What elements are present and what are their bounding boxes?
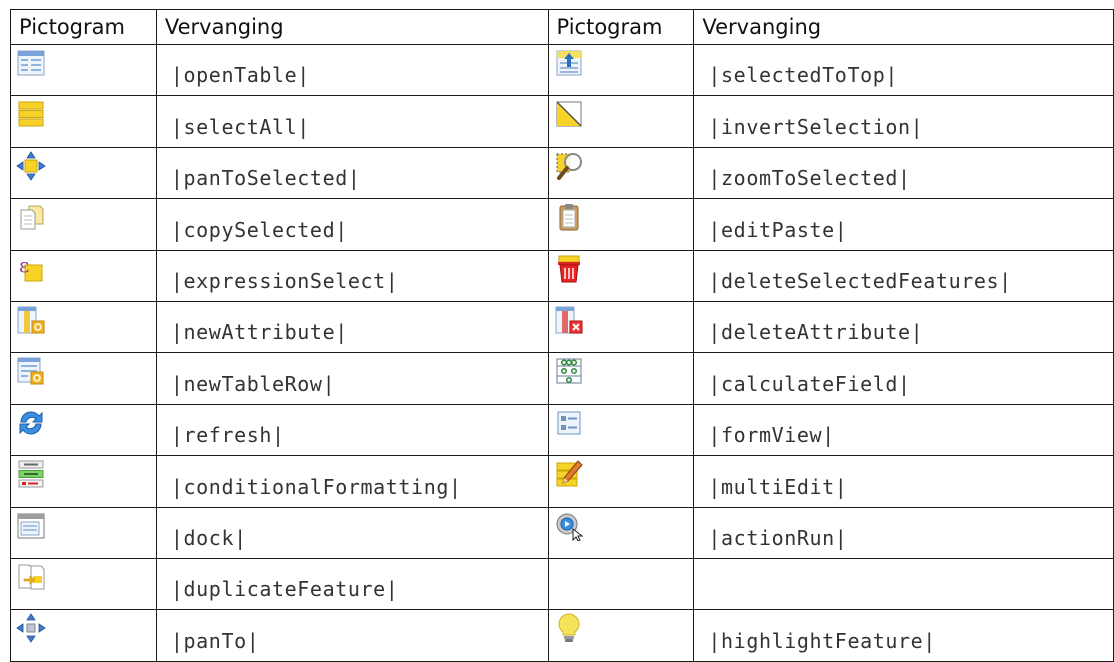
- left-pictogram-cell: [10, 403, 157, 457]
- right-replacement-text: |multiEdit|: [693, 455, 1114, 508]
- table-row: |selectAll| |invertSelection|: [10, 95, 1114, 148]
- left-replacement-text: |openTable|: [155, 43, 549, 97]
- right-pictogram-cell: [547, 146, 695, 200]
- selected-to-top-icon: [554, 48, 584, 78]
- left-replacement-text: |newTableRow|: [155, 352, 549, 405]
- table-row: |newTableRow| |calculateField|: [10, 352, 1114, 405]
- right-replacement-text: |highlightFeature|: [693, 609, 1114, 662]
- right-replacement-text: |selectedToTop|: [693, 43, 1114, 97]
- left-replacement-text: |copySelected|: [155, 198, 549, 251]
- table-row: |openTable| |selectedToTop|: [10, 43, 1114, 97]
- table-row: |duplicateFeature|: [10, 557, 1114, 611]
- action-run-icon: [554, 511, 584, 541]
- table-row: ε |expressionSelect| |deleteSelectedFeatur…: [10, 249, 1114, 302]
- new-attribute-icon: [16, 305, 46, 335]
- right-replacement-text: |zoomToSelected|: [693, 146, 1114, 200]
- pan-to-icon: [16, 613, 46, 644]
- conditional-formatting-icon: [16, 459, 46, 489]
- svg-text:ε: ε: [19, 254, 29, 277]
- left-replacement-text: |dock|: [155, 506, 549, 559]
- right-pictogram-cell: [547, 249, 695, 302]
- refresh-icon: [16, 408, 46, 438]
- duplicate-feature-icon: [16, 562, 46, 592]
- pan-to-selected-icon: [16, 151, 46, 181]
- right-pictogram-cell: [547, 609, 695, 662]
- right-replacement-text: |invertSelection|: [693, 95, 1114, 148]
- header-pictogram-left: Pictogram: [10, 9, 157, 45]
- delete-attribute-icon: [554, 305, 584, 335]
- table-row: |panTo| |highlightFeature|: [10, 609, 1114, 662]
- left-replacement-text: |refresh|: [155, 403, 549, 457]
- form-view-icon: [554, 408, 584, 438]
- left-pictogram-cell: ε: [10, 249, 157, 302]
- left-pictogram-cell: [10, 198, 157, 251]
- icon-substitution-table: Pictogram Vervanging Pictogram Vervangin…: [10, 9, 1114, 662]
- right-pictogram-cell: [547, 300, 695, 354]
- edit-paste-icon: [554, 202, 584, 232]
- right-replacement-text: |deleteSelectedFeatures|: [693, 249, 1114, 302]
- multi-edit-icon: [554, 459, 584, 489]
- header-pictogram-right: Pictogram: [547, 9, 695, 45]
- right-replacement-text: |deleteAttribute|: [693, 300, 1114, 354]
- left-pictogram-cell: [10, 352, 157, 405]
- right-pictogram-cell: [547, 506, 695, 559]
- header-replacement-right: Vervanging: [693, 9, 1114, 45]
- left-replacement-text: |panToSelected|: [155, 146, 549, 200]
- calculate-field-icon: [554, 356, 584, 386]
- right-replacement-text: [693, 557, 1114, 611]
- left-pictogram-cell: [10, 300, 157, 354]
- left-replacement-text: |newAttribute|: [155, 300, 549, 354]
- left-replacement-text: |expressionSelect|: [155, 249, 549, 302]
- highlight-feature-icon: [554, 613, 584, 643]
- left-pictogram-cell: [10, 455, 157, 508]
- table-row: |copySelected| |editPaste|: [10, 198, 1114, 251]
- copy-selected-icon: [16, 202, 46, 232]
- table-row: |conditionalFormatting| |multiEdit|: [10, 455, 1114, 508]
- left-replacement-text: |selectAll|: [155, 95, 549, 148]
- dock-icon: [16, 511, 46, 541]
- open-table-icon: [16, 48, 46, 78]
- table-row: |refresh| |formView|: [10, 403, 1114, 457]
- right-pictogram-cell: [547, 557, 695, 611]
- new-table-row-icon: [16, 356, 46, 386]
- left-pictogram-cell: [10, 609, 157, 662]
- right-pictogram-cell: [547, 403, 695, 457]
- header-replacement-left: Vervanging: [155, 9, 549, 45]
- header-row: Pictogram Vervanging Pictogram Vervangin…: [10, 9, 1114, 45]
- table-body: |openTable| |selectedToTop| |selectAll| |in…: [10, 43, 1114, 662]
- left-pictogram-cell: [10, 95, 157, 148]
- right-pictogram-cell: [547, 43, 695, 97]
- left-pictogram-cell: [10, 506, 157, 559]
- right-pictogram-cell: [547, 95, 695, 148]
- left-replacement-text: |panTo|: [155, 609, 549, 662]
- right-replacement-text: |calculateField|: [693, 352, 1114, 405]
- right-replacement-text: |actionRun|: [693, 506, 1114, 559]
- zoom-to-selected-icon: [554, 151, 584, 181]
- right-pictogram-cell: [547, 455, 695, 508]
- right-replacement-text: |formView|: [693, 403, 1114, 457]
- select-all-icon: [16, 99, 46, 129]
- table-row: |newAttribute| |deleteAttribute|: [10, 300, 1114, 354]
- left-replacement-text: |conditionalFormatting|: [155, 455, 549, 508]
- delete-selected-features-icon: [554, 254, 584, 284]
- right-replacement-text: |editPaste|: [693, 198, 1114, 251]
- left-pictogram-cell: [10, 557, 157, 611]
- table-row: |dock| |actionRun|: [10, 506, 1114, 559]
- right-pictogram-cell: [547, 198, 695, 251]
- left-replacement-text: |duplicateFeature|: [155, 557, 549, 611]
- invert-selection-icon: [554, 99, 584, 129]
- left-pictogram-cell: [10, 146, 157, 200]
- table-row: |panToSelected| |zoomToSelected|: [10, 146, 1114, 200]
- right-pictogram-cell: [547, 352, 695, 405]
- expression-select-icon: ε: [16, 254, 46, 284]
- left-pictogram-cell: [10, 43, 157, 97]
